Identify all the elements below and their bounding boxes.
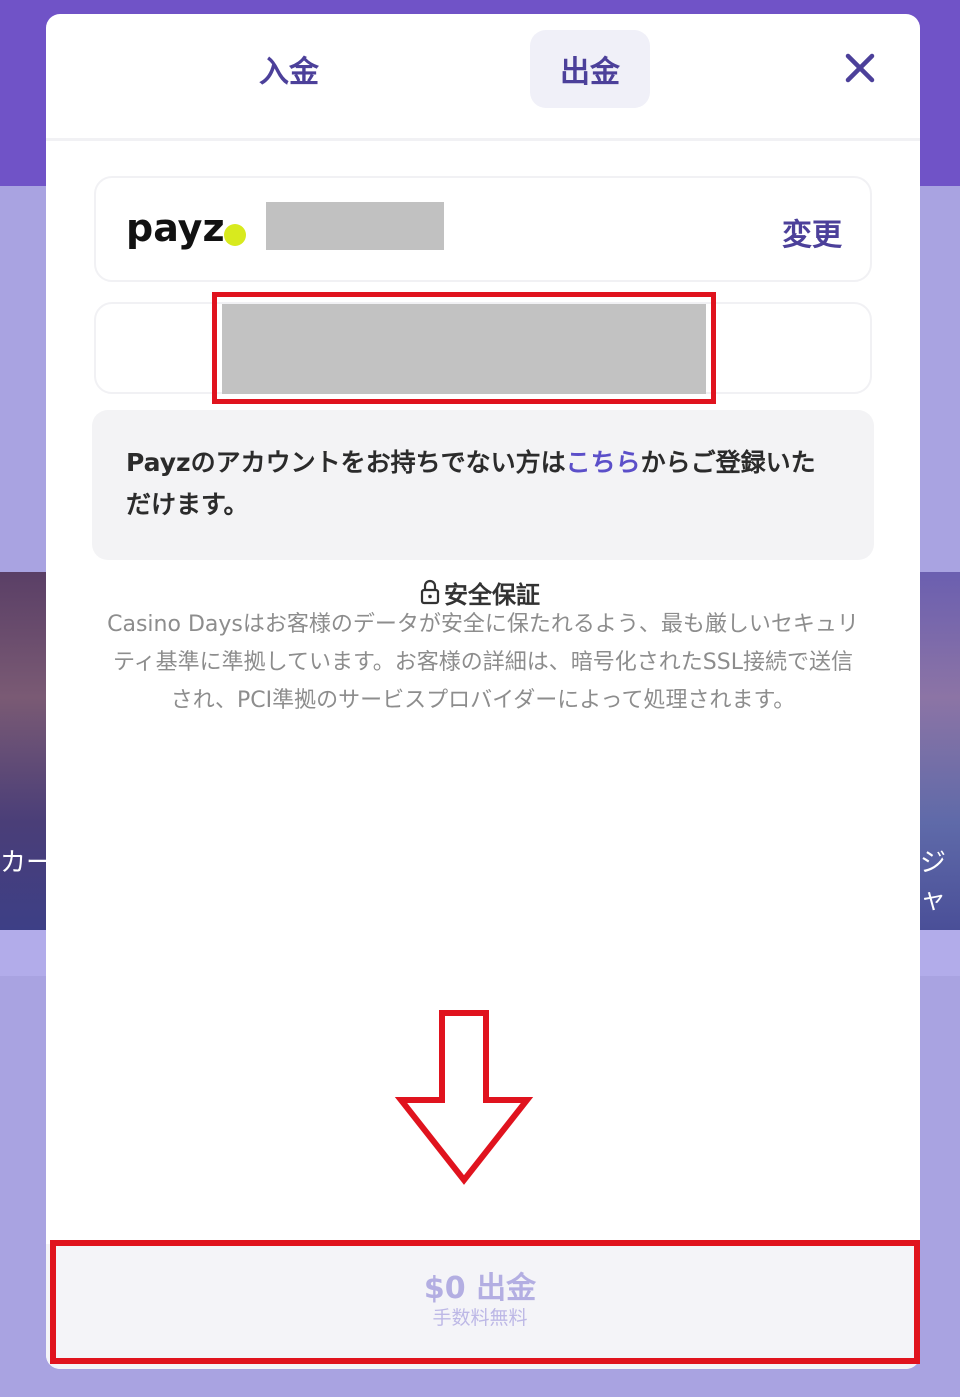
background-card-right-text: ジャ <box>920 848 947 915</box>
info-text: Payzのアカウントをお持ちでない方はこちらからご登録いただけます。 <box>126 442 840 526</box>
payz-logo-dot <box>224 224 246 246</box>
payment-modal: 入金 出金 payz 変更 Payzのアカウントをお持ちでない方はこちらからご登… <box>46 14 920 1369</box>
payz-logo: payz <box>126 206 225 250</box>
info-box: Payzのアカウントをお持ちでない方はこちらからご登録いただけます。 <box>92 410 874 560</box>
close-icon <box>845 53 875 83</box>
fee-free-label: 手数料無料 <box>432 1307 528 1329</box>
withdraw-button[interactable]: $0 出金 手数料無料 <box>300 1266 660 1336</box>
tab-bar: 入金 出金 <box>46 14 920 141</box>
payment-method-card: payz 変更 <box>94 176 872 282</box>
withdraw-button-label: $0 出金 <box>423 1271 537 1306</box>
security-line-1: Casino Daysはお客様のデータが安全に保たれるよう、最も厳しいセキュリ <box>107 612 859 637</box>
background-card-left-text: カー <box>0 848 53 878</box>
highlight-box-account <box>212 292 716 404</box>
security-title: 安全保証 <box>420 574 560 610</box>
tab-withdraw[interactable]: 出金 <box>530 30 650 108</box>
security-line-2: ティ基準に準拠しています。お客様の詳細は、暗号化されたSSL接続で送信 <box>112 650 853 675</box>
change-method-link[interactable]: 変更 <box>782 210 842 254</box>
info-text-before: Payzのアカウントをお持ちでない方は <box>126 448 566 477</box>
security-line-3: され、PCI準拠のサービスプロバイダーによって処理されます。 <box>170 688 796 713</box>
security-title-text: 安全保証 <box>444 580 540 609</box>
lock-icon <box>420 579 440 605</box>
register-link[interactable]: こちら <box>566 448 641 477</box>
close-button[interactable] <box>836 44 884 92</box>
tab-deposit[interactable]: 入金 <box>206 30 372 108</box>
security-description: Casino Daysはお客様のデータが安全に保たれるよう、最も厳しいセキュリ … <box>96 606 870 720</box>
masked-account-name <box>266 202 444 250</box>
down-arrow-icon <box>394 1010 534 1185</box>
